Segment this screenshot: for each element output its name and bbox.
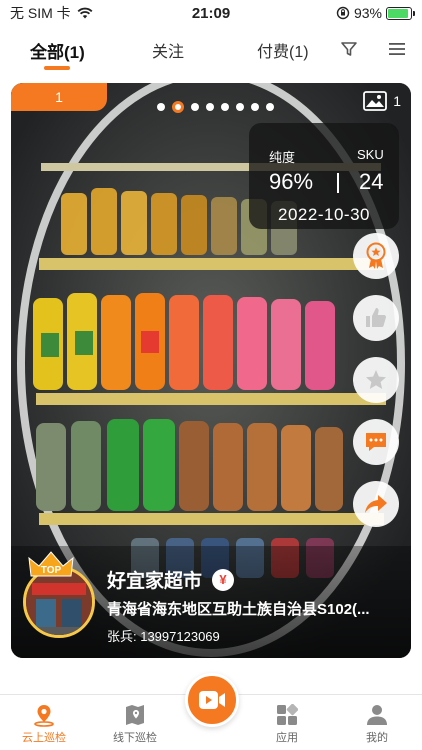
nav-live-video[interactable] — [185, 673, 239, 727]
carrier-text: 无 SIM 卡 — [10, 5, 71, 21]
tab-bar: 全部(1) 关注 付费(1) — [0, 30, 422, 72]
nav-label: 线下巡检 — [113, 732, 157, 744]
image-icon — [363, 91, 388, 111]
purity-label: 纯度 — [269, 150, 296, 165]
user-icon — [367, 705, 387, 725]
comment-icon — [366, 433, 386, 451]
bottom-navigation: 云上巡检 线下巡检 应用 我的 — [0, 673, 422, 750]
wifi-icon — [77, 7, 93, 19]
nav-apps[interactable]: 应用 — [252, 701, 322, 745]
comment-button[interactable] — [353, 419, 399, 465]
clock: 21:09 — [191, 4, 231, 22]
carousel-dots[interactable] — [157, 101, 274, 113]
carousel-dot[interactable] — [221, 103, 229, 111]
carousel-dot-active[interactable] — [172, 101, 184, 113]
store-name-row[interactable]: 好宜家超市 ¥ — [107, 566, 235, 593]
tab-active-indicator — [44, 66, 70, 70]
video-camera-icon — [199, 691, 225, 709]
image-count[interactable]: 1 — [363, 91, 401, 111]
card-index-badge: 1 — [11, 83, 107, 111]
carousel-dot[interactable] — [157, 103, 165, 111]
nav-offline-inspection[interactable]: 线下巡检 — [100, 701, 170, 745]
star-icon — [366, 370, 386, 389]
store-avatar-wrap[interactable]: TOP — [23, 551, 95, 638]
stats-divider — [337, 173, 339, 193]
nav-label: 云上巡检 — [22, 732, 66, 744]
carousel-dot[interactable] — [251, 103, 259, 111]
nav-label: 我的 — [366, 732, 388, 744]
sku-label: SKU — [357, 147, 384, 162]
carousel-dot[interactable] — [236, 103, 244, 111]
store-name[interactable]: 好宜家超市 — [107, 566, 202, 593]
tab-all[interactable]: 全部(1) — [30, 38, 85, 63]
location-pin-icon — [34, 705, 54, 727]
filter-icon[interactable] — [340, 40, 358, 58]
carousel-dot[interactable] — [191, 103, 199, 111]
sku-value: 24 — [359, 169, 384, 194]
share-button[interactable] — [353, 481, 399, 527]
carousel-dot[interactable] — [206, 103, 214, 111]
map-icon — [126, 705, 144, 725]
top-badge: TOP — [28, 551, 74, 577]
award-button[interactable] — [353, 233, 399, 279]
image-count-value: 1 — [393, 93, 401, 109]
inspection-card[interactable]: 1 1 纯度 96% SKU 24 2022-10-30 TOP 好宜家超市 ¥… — [11, 83, 411, 658]
tab-following[interactable]: 关注 — [152, 38, 184, 62]
apps-grid-icon — [277, 704, 298, 725]
thumbs-up-icon — [366, 308, 387, 327]
store-contact[interactable]: 张兵: 13997123069 — [107, 626, 220, 645]
menu-icon[interactable] — [388, 40, 406, 58]
svg-text:TOP: TOP — [41, 565, 62, 576]
orientation-lock-icon — [336, 6, 350, 20]
battery-percent: 93% — [353, 5, 382, 21]
nav-cloud-inspection[interactable]: 云上巡检 — [9, 701, 79, 745]
store-info[interactable]: TOP 好宜家超市 ¥ 青海省海东地区互助土族自治县S102(... 张兵: 1… — [11, 546, 411, 658]
inspection-date: 2022-10-30 — [278, 205, 370, 224]
battery-icon — [386, 6, 415, 20]
nav-profile[interactable]: 我的 — [342, 701, 412, 745]
award-icon — [366, 242, 386, 269]
purity-value: 96% — [269, 169, 314, 194]
carousel-dot[interactable] — [266, 103, 274, 111]
stats-panel: 纯度 96% SKU 24 2022-10-30 — [249, 123, 399, 229]
like-button[interactable] — [353, 295, 399, 341]
share-icon — [365, 495, 387, 513]
status-bar: 无 SIM 卡 21:09 93% — [0, 0, 422, 26]
paid-icon: ¥ — [212, 568, 235, 591]
nav-label: 应用 — [276, 732, 298, 744]
store-address[interactable]: 青海省海东地区互助土族自治县S102(... — [107, 598, 370, 619]
favorite-button[interactable] — [353, 357, 399, 403]
tab-paid[interactable]: 付费(1) — [257, 38, 309, 62]
